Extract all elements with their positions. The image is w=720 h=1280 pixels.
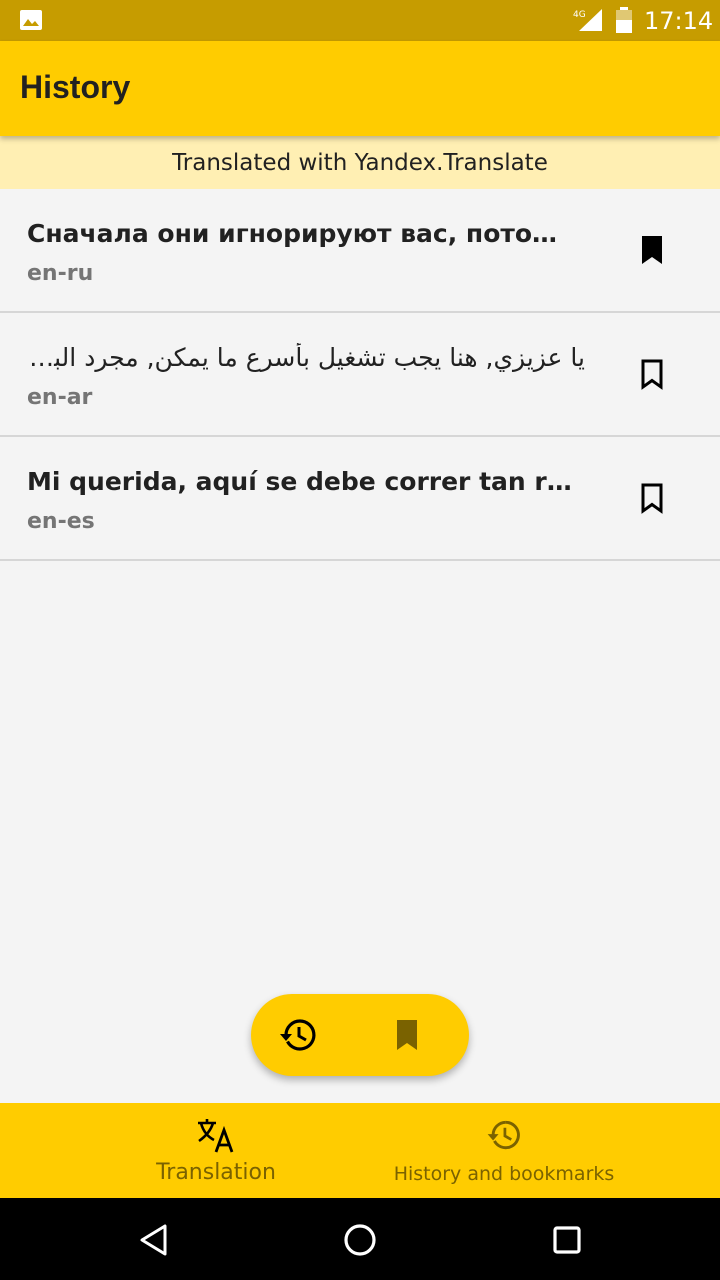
app-bar: History: [0, 41, 720, 136]
bookmark-filled-icon[interactable]: [634, 232, 670, 268]
nav-translation-label: Translation: [156, 1160, 276, 1185]
system-nav-bar: [0, 1198, 720, 1280]
bookmark-outline-icon[interactable]: [634, 356, 670, 392]
battery-icon: [616, 7, 632, 33]
nav-translation[interactable]: Translation: [110, 1103, 322, 1198]
history-list: Сначала они игнорируют вас, потом они… e…: [0, 189, 720, 561]
history-item[interactable]: Mi querida, aquí se debe correr tan rápi…: [0, 437, 720, 561]
signal-icon: 4G: [573, 9, 602, 31]
history-item-text: Сначала они игнорируют вас, потом они…: [27, 219, 577, 248]
history-icon: [487, 1120, 520, 1150]
yandex-attribution[interactable]: Translated with Yandex.Translate: [0, 136, 720, 189]
history-item-lang: en-ar: [27, 385, 93, 410]
history-item[interactable]: Сначала они игнорируют вас, потом они… e…: [0, 189, 720, 313]
history-item-text: Mi querida, aquí se debe correr tan rápi…: [27, 467, 577, 496]
history-item[interactable]: يا عزيزي, هنا يجب تشغيل بأسرع ما يمكن, م…: [0, 313, 720, 437]
history-item-lang: en-ru: [27, 261, 94, 286]
recents-icon[interactable]: [547, 1220, 587, 1260]
history-icon[interactable]: [276, 1013, 320, 1057]
status-bar: 4G 17:14: [0, 0, 720, 41]
gallery-icon: [20, 10, 42, 30]
nav-history-label: History and bookmarks: [393, 1163, 615, 1185]
svg-text:4G: 4G: [573, 10, 586, 20]
bookmark-outline-icon[interactable]: [634, 480, 670, 516]
bottom-nav: Translation History and bookmarks: [0, 1103, 720, 1198]
history-item-lang: en-es: [27, 509, 95, 534]
back-icon[interactable]: [135, 1220, 175, 1260]
home-icon[interactable]: [340, 1220, 380, 1260]
history-bookmarks-toggle: [251, 994, 469, 1076]
bookmark-icon[interactable]: [385, 1013, 429, 1057]
status-time: 17:14: [644, 7, 714, 35]
history-item-text: يا عزيزي, هنا يجب تشغيل بأسرع ما يمكن, م…: [27, 343, 585, 372]
nav-history-bookmarks[interactable]: History and bookmarks: [380, 1103, 628, 1198]
translate-icon: [198, 1119, 234, 1153]
page-title: History: [20, 69, 131, 105]
